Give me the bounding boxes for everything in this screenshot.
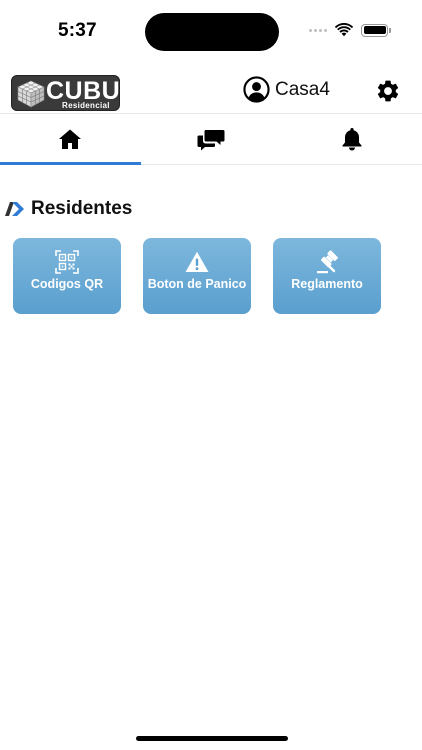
section-header: Residentes <box>4 198 132 220</box>
user-profile[interactable]: Casa4 <box>243 76 330 103</box>
cellular-signal-icon <box>309 28 327 32</box>
gear-icon <box>377 80 399 102</box>
dynamic-island <box>145 13 279 51</box>
app-header: CUBU Residencial Casa4 <box>0 70 422 114</box>
chat-bubbles-icon <box>197 130 225 151</box>
qr-code-icon <box>55 250 79 274</box>
home-indicator[interactable] <box>136 736 288 741</box>
home-icon <box>59 129 82 149</box>
cube-logo-icon <box>17 80 45 108</box>
tab-home[interactable] <box>0 114 141 165</box>
warning-triangle-icon <box>185 251 209 272</box>
battery-icon <box>361 23 391 37</box>
app-screen: 5:37 CUBU Residencial Casa4 Residentes C… <box>0 0 422 750</box>
logo-subtext: Residencial <box>62 101 110 110</box>
user-name: Casa4 <box>275 78 330 100</box>
cubu-logo: CUBU Residencial <box>11 75 120 111</box>
card-label: Boton de Panico <box>147 277 247 291</box>
panic-button-card[interactable]: Boton de Panico <box>143 238 251 314</box>
regulations-card[interactable]: Reglamento <box>273 238 381 314</box>
tab-messages[interactable] <box>141 114 282 164</box>
qr-codes-card[interactable]: Codigos QR <box>13 238 121 314</box>
wifi-icon <box>335 23 353 37</box>
residents-actions: Codigos QR Boton de Panico Reglamento <box>13 238 381 314</box>
tab-bar <box>0 113 422 165</box>
status-indicators <box>309 22 391 38</box>
bell-icon <box>342 128 362 151</box>
user-circle-icon <box>243 76 270 103</box>
card-label: Codigos QR <box>30 277 104 291</box>
settings-button[interactable] <box>375 78 401 104</box>
tab-notifications[interactable] <box>281 114 422 164</box>
status-time: 5:37 <box>58 20 97 41</box>
gavel-icon <box>317 250 338 274</box>
section-title: Residentes <box>31 198 133 219</box>
card-label: Reglamento <box>291 277 363 291</box>
double-chevron-right-icon <box>5 202 24 216</box>
status-bar: 5:37 <box>0 0 422 62</box>
